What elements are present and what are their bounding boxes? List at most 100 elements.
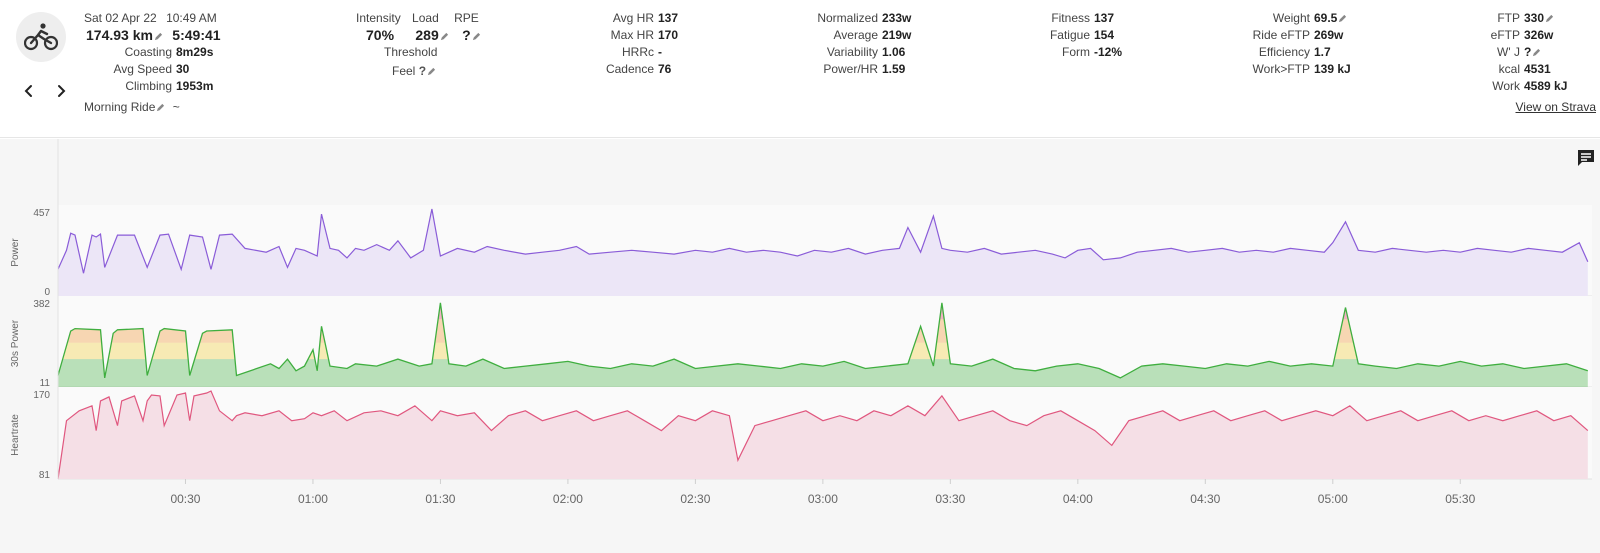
weight-label: Weight	[1272, 11, 1310, 25]
previous-activity-button[interactable]	[20, 82, 38, 100]
pencil-icon[interactable]	[427, 67, 436, 76]
power-chart[interactable]: 457 0 Power	[10, 205, 1592, 298]
avg-hr-value: 137	[658, 11, 679, 25]
power-30s-chart[interactable]: 382 11 30s Power	[10, 296, 1592, 389]
kcal-value: 4531	[1524, 62, 1551, 76]
efficiency-value: 1.7	[1314, 45, 1331, 59]
next-activity-button[interactable]	[52, 82, 70, 100]
activity-date: Sat 02 Apr 22	[84, 11, 157, 25]
feel-value[interactable]: ?	[419, 64, 426, 78]
fitness-stats-values: 137 154 -12%	[1094, 10, 1122, 61]
x-tick-label: 02:30	[680, 492, 710, 506]
comment-icon[interactable]	[1576, 148, 1596, 168]
variability-value: 1.06	[882, 45, 906, 59]
power-hr-label: Power/HR	[823, 62, 878, 76]
form-value: -12%	[1094, 45, 1123, 59]
rpe-value[interactable]: ?	[462, 27, 471, 43]
average-value: 219w	[882, 28, 912, 42]
coasting-label: Coasting	[124, 45, 172, 59]
hr-stats-values: 137 170 - 76	[658, 10, 678, 78]
x-tick-label: 04:30	[1190, 492, 1220, 506]
avg-speed-label: Avg Speed	[113, 62, 173, 76]
cadence-label: Cadence	[605, 62, 654, 76]
efficiency-label: Efficiency	[1258, 45, 1310, 59]
ftp-label: FTP	[1497, 11, 1520, 25]
load-label: Load	[412, 11, 439, 25]
activity-header: Sat 02 Apr 22 10:49 AM 174.93 km 5:49:41…	[0, 0, 1600, 138]
y-tick-label: 11	[40, 378, 51, 389]
max-hr-label: Max HR	[610, 28, 654, 42]
w-prime-value[interactable]: ?	[1524, 45, 1531, 59]
ftp-stats-values: 330 326w ? 4531 4589 kJ	[1524, 10, 1567, 95]
x-tick-label: 04:00	[1063, 492, 1093, 506]
ftp-stats-labels: FTP eFTP W' J kcal Work	[1462, 10, 1520, 95]
view-on-strava-link[interactable]: View on Strava	[1516, 100, 1597, 114]
feel-label: Feel	[392, 64, 416, 78]
weight-value[interactable]: 69.5	[1314, 11, 1337, 25]
load-value: 289	[415, 27, 439, 43]
pencil-icon[interactable]	[156, 103, 165, 112]
pencil-icon[interactable]	[154, 32, 163, 41]
activity-charts[interactable]: 457 0 Power 382 11 30s Power 170 81 Heartrate …	[0, 139, 1600, 553]
fitness-value: 137	[1094, 11, 1115, 25]
activity-chart-svg[interactable]: 4570Power 3821130s Power 17081Heartrate …	[0, 139, 1600, 553]
pencil-icon[interactable]	[1338, 14, 1347, 23]
pencil-icon[interactable]	[1532, 48, 1541, 57]
y-axis-title: 30s Power	[10, 319, 21, 367]
work-ftp-value: 139 kJ	[1314, 62, 1351, 76]
ftp-value[interactable]: 330	[1524, 11, 1544, 25]
activity-time: 10:49 AM	[166, 11, 217, 25]
eftp-label: eFTP	[1490, 28, 1520, 42]
cadence-value: 76	[658, 62, 672, 76]
y-tick-label: 0	[44, 287, 50, 298]
y-tick-label: 81	[39, 470, 51, 481]
weight-stats-labels: Weight Ride eFTP Efficiency Work>FTP	[1228, 10, 1310, 78]
y-tick-label: 382	[33, 299, 50, 310]
y-axis-title: Power	[10, 238, 21, 267]
work-label: Work	[1492, 79, 1520, 93]
pencil-icon[interactable]	[1545, 14, 1554, 23]
ride-eftp-label: Ride eFTP	[1252, 28, 1310, 42]
x-tick-label: 01:30	[425, 492, 455, 506]
stats-left-labels: Coasting Avg Speed Climbing	[84, 44, 173, 95]
heartrate-chart[interactable]: 170 81 Heartrate	[10, 387, 1592, 481]
time-axis: 00:30 01:00 01:30 02:00 02:30 03:00 03:30 04:00…	[170, 479, 1476, 506]
fatigue-label: Fatigue	[1049, 28, 1090, 42]
avg-hr-label: Avg HR	[612, 11, 654, 25]
chevron-left-icon	[24, 85, 32, 97]
threshold-label: Threshold	[384, 45, 438, 59]
fitness-stats-labels: Fitness Fatigue Form	[1030, 10, 1090, 61]
x-tick-label: 05:00	[1318, 492, 1348, 506]
variability-label: Variability	[826, 45, 878, 59]
pencil-icon[interactable]	[472, 32, 481, 41]
x-tick-label: 05:30	[1445, 492, 1475, 506]
activity-name[interactable]: Morning Ride ~	[84, 100, 180, 114]
x-tick-label: 00:30	[170, 492, 200, 506]
stats-left-values: 8m29s 30 1953m	[176, 44, 213, 95]
form-label: Form	[1062, 45, 1090, 59]
normalized-value: 233w	[882, 11, 912, 25]
max-hr-value: 170	[658, 28, 679, 42]
activity-duration: 5:49:41	[172, 27, 221, 43]
hrrc-value: -	[658, 45, 662, 59]
load-stats: Intensity Load RPE 70% 289 ? Threshold F…	[356, 10, 481, 80]
avg-speed-value: 30	[176, 62, 190, 76]
activity-type-avatar	[16, 12, 66, 62]
ride-eftp-value: 269w	[1314, 28, 1344, 42]
pencil-icon[interactable]	[440, 32, 449, 41]
eftp-value: 326w	[1524, 28, 1554, 42]
coasting-value: 8m29s	[176, 45, 214, 59]
y-tick-label: 457	[33, 208, 50, 219]
x-tick-label: 02:00	[553, 492, 583, 506]
chevron-right-icon	[58, 85, 66, 97]
x-tick-label: 03:30	[935, 492, 965, 506]
kcal-label: kcal	[1498, 62, 1520, 76]
activity-summary: Sat 02 Apr 22 10:49 AM 174.93 km 5:49:41	[84, 10, 221, 44]
intensity-label: Intensity	[356, 11, 401, 25]
climbing-value: 1953m	[176, 79, 214, 93]
average-label: Average	[833, 28, 878, 42]
power-stats-values: 233w 219w 1.06 1.59	[882, 10, 911, 78]
power-stats-labels: Normalized Average Variability Power/HR	[778, 10, 878, 78]
work-ftp-label: Work>FTP	[1252, 62, 1310, 76]
fatigue-value: 154	[1094, 28, 1115, 42]
